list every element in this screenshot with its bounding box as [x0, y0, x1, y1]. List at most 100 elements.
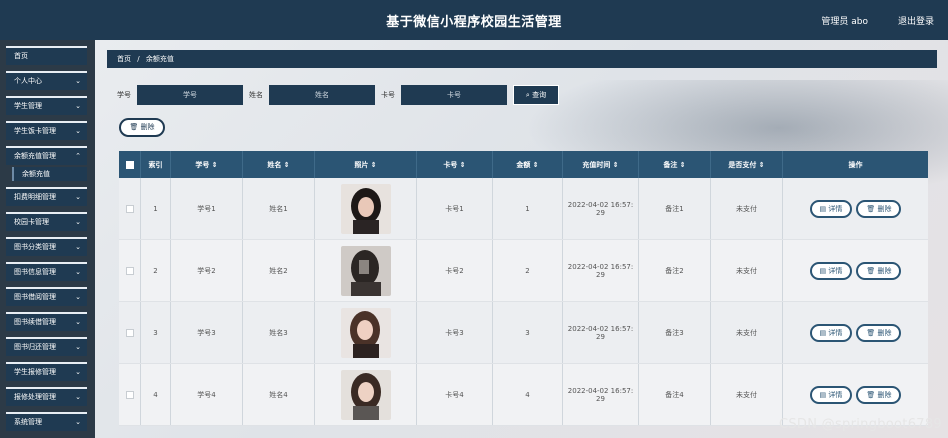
delete-button[interactable]: 🗑 删除: [856, 199, 902, 218]
card-input[interactable]: 卡号: [401, 85, 507, 105]
detail-button[interactable]: ▤ 详情: [809, 385, 853, 404]
row-checkbox[interactable]: [125, 204, 134, 213]
time-line1: 2022-04-02 16:57:: [567, 200, 634, 209]
sidebar-item-book-return[interactable]: 图书归还管理 ⌄: [6, 337, 87, 356]
header-paid[interactable]: 是否支付 ⇕: [711, 151, 783, 178]
trash-icon: 🗑: [866, 390, 876, 399]
detail-button[interactable]: ▤ 详情: [809, 199, 853, 218]
sort-icon: ⇕: [370, 160, 377, 169]
detail-label: 详情: [828, 266, 843, 275]
detail-button[interactable]: ▤ 详情: [809, 323, 853, 342]
sidebar-item-label: 图书借阅管理: [14, 293, 56, 301]
header-name[interactable]: 姓名 ⇕: [243, 151, 315, 178]
student-no-input[interactable]: 学号: [137, 85, 243, 105]
search-bar: 学号 学号 姓名 姓名 卡号 卡号 ⌕ 查询: [117, 85, 837, 105]
header-label: 操作: [848, 160, 863, 169]
name-label: 姓名: [249, 91, 263, 99]
bulk-delete-button[interactable]: 🗑 删除: [119, 118, 165, 137]
header-card[interactable]: 卡号 ⇕: [417, 151, 493, 178]
cell-index: 3: [141, 302, 171, 363]
delete-label: 删除: [877, 328, 892, 337]
row-checkbox[interactable]: [125, 266, 134, 275]
sidebar-item-repair-handle[interactable]: 报修处理管理 ⌄: [6, 387, 87, 406]
sidebar-item-repair[interactable]: 学生报修管理 ⌄: [6, 362, 87, 381]
trash-icon: 🗑: [866, 328, 876, 337]
time-line2: 29: [596, 332, 605, 341]
sidebar-item-book-category[interactable]: 图书分类管理 ⌄: [6, 237, 87, 256]
row-checkbox[interactable]: [125, 328, 134, 337]
cell-index: 2: [141, 240, 171, 301]
trash-icon: 🗑: [866, 204, 876, 213]
detail-label: 详情: [828, 204, 843, 213]
header-label: 是否支付: [728, 160, 757, 169]
breadcrumb-home[interactable]: 首页: [117, 55, 131, 63]
student-photo: [340, 183, 391, 234]
cell-index: 4: [141, 364, 171, 425]
row-select-cell: [119, 178, 141, 239]
sidebar-item-students[interactable]: 学生管理 ⌄: [6, 96, 87, 115]
table-row: 2 学号2 姓名2 卡号2 2 2022-04-02 16:57: 29 备注2…: [119, 240, 928, 302]
header-photo[interactable]: 照片 ⇕: [315, 151, 417, 178]
sidebar-item-system[interactable]: 系统管理 ⌄: [6, 412, 87, 431]
sidebar-item-label: 学生报修管理: [14, 368, 56, 376]
sidebar-item-deduction[interactable]: 扣费明细管理 ⌄: [6, 187, 87, 206]
sort-icon: ⇕: [758, 160, 765, 169]
cell-remark: 备注4: [639, 364, 711, 425]
sidebar-item-recharge[interactable]: 余额充值管理 ⌃: [6, 146, 87, 165]
chevron-down-icon: ⌄: [75, 77, 81, 85]
sidebar-item-campus-card[interactable]: 校园卡管理 ⌄: [6, 212, 87, 231]
sidebar-item-label: 图书分类管理: [14, 243, 56, 251]
query-button[interactable]: ⌕ 查询: [513, 85, 559, 105]
header-remark[interactable]: 备注 ⇕: [639, 151, 711, 178]
chevron-down-icon: ⌄: [75, 368, 81, 376]
recharge-table: 索引 学号 ⇕ 姓名 ⇕ 照片 ⇕ 卡号 ⇕ 金额 ⇕ 充值时间 ⇕ 备注 ⇕ …: [119, 151, 928, 426]
row-checkbox[interactable]: [125, 390, 134, 399]
cell-paid: 未支付: [711, 364, 783, 425]
cell-amount: 3: [493, 302, 563, 363]
detail-button[interactable]: ▤ 详情: [809, 261, 853, 280]
name-input[interactable]: 姓名: [269, 85, 375, 105]
delete-button[interactable]: 🗑 删除: [856, 385, 902, 404]
document-icon: ▤: [819, 266, 827, 275]
sidebar-item-home[interactable]: 首页: [6, 46, 87, 65]
cell-time: 2022-04-02 16:57: 29: [563, 178, 639, 239]
logout-link[interactable]: 退出登录: [898, 14, 934, 27]
sidebar-item-book-borrow[interactable]: 图书借阅管理 ⌄: [6, 287, 87, 306]
sidebar-subitem-recharge[interactable]: 余额充值: [12, 167, 87, 181]
table-row: 3 学号3 姓名3 卡号3 3 2022-04-02 16:57: 29 备注3…: [119, 302, 928, 364]
sort-icon: ⇕: [612, 160, 619, 169]
header-label: 充值时间: [582, 160, 611, 169]
cell-paid: 未支付: [711, 302, 783, 363]
header-amount[interactable]: 金额 ⇕: [493, 151, 563, 178]
sidebar-item-label: 学生管理: [14, 102, 42, 110]
cell-actions: ▤ 详情 🗑 删除: [783, 302, 928, 363]
breadcrumb-current: 余额充值: [145, 55, 174, 63]
delete-label: 删除: [877, 266, 892, 275]
cell-amount: 4: [493, 364, 563, 425]
sidebar-item-profile[interactable]: 个人中心 ⌄: [6, 71, 87, 90]
header-student-no[interactable]: 学号 ⇕: [171, 151, 243, 178]
cell-amount: 2: [493, 240, 563, 301]
chevron-down-icon: ⌄: [75, 193, 81, 201]
sidebar-item-book-renew[interactable]: 图书续借管理 ⌄: [6, 312, 87, 331]
cell-student-no: 学号3: [171, 302, 243, 363]
cell-student-no: 学号2: [171, 240, 243, 301]
cell-photo: [315, 302, 417, 363]
top-header: 基于微信小程序校园生活管理 管理员 abo 退出登录: [0, 0, 948, 40]
cell-name: 姓名4: [243, 364, 315, 425]
time-line1: 2022-04-02 16:57:: [567, 386, 634, 395]
time-line1: 2022-04-02 16:57:: [567, 262, 634, 271]
search-icon: ⌕: [525, 91, 530, 99]
sidebar-item-book-info[interactable]: 图书信息管理 ⌄: [6, 262, 87, 281]
delete-button[interactable]: 🗑 删除: [856, 323, 902, 342]
sidebar-item-meal-card[interactable]: 学生饭卡管理 ⌄: [6, 121, 87, 140]
header-time[interactable]: 充值时间 ⇕: [563, 151, 639, 178]
row-select-cell: [119, 302, 141, 363]
time-line2: 29: [596, 394, 605, 403]
sidebar-item-label: 系统管理: [14, 418, 42, 426]
cell-photo: [315, 240, 417, 301]
select-all-checkbox[interactable]: [125, 160, 134, 169]
time-line2: 29: [596, 270, 605, 279]
delete-button[interactable]: 🗑 删除: [856, 261, 902, 280]
table-header: 索引 学号 ⇕ 姓名 ⇕ 照片 ⇕ 卡号 ⇕ 金额 ⇕ 充值时间 ⇕ 备注 ⇕ …: [119, 151, 928, 178]
